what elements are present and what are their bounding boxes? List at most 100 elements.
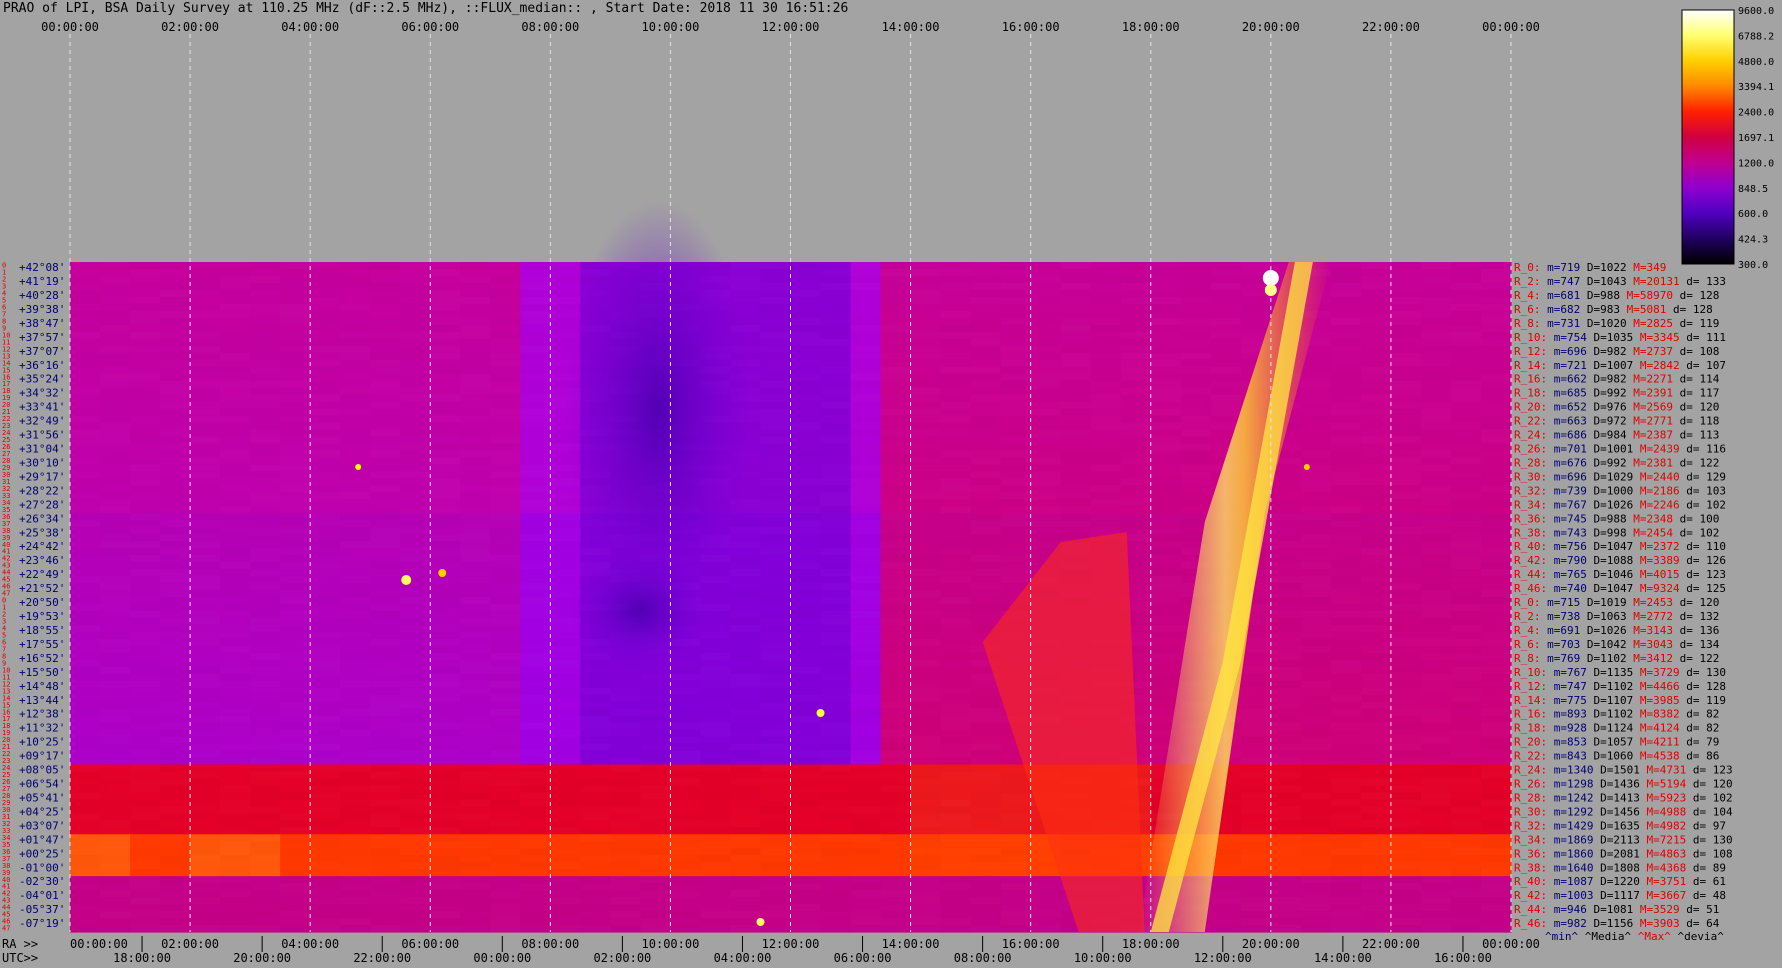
stat-M: M=5081 [1620, 303, 1666, 316]
stat-m: m=703 [1541, 638, 1581, 651]
beam-stat-row: R_38: m=1640 D=1808 M=4368 d= 89 [1514, 861, 1726, 874]
stat-d: d= 119 [1680, 694, 1726, 707]
stat-m: m=1242 [1547, 791, 1593, 804]
utc-time-label: 00:00:00 [473, 951, 531, 965]
stat-D: D=1102 [1580, 652, 1626, 665]
stat-d: d= 128 [1666, 303, 1712, 316]
declination-label: +04°25' [19, 805, 65, 818]
declination-axis: 0123456789101112131415161718192021222324… [2, 261, 65, 933]
utc-time-label: 14:00:00 [1314, 951, 1372, 965]
beam-stat-row: R_46: m=982 D=1156 M=3903 d= 64 [1514, 917, 1720, 930]
stat-m: m=731 [1541, 317, 1581, 330]
declination-label: -05°37' [19, 903, 65, 916]
stat-d: d= 123 [1680, 568, 1726, 581]
stat-D: D=1022 [1580, 261, 1626, 274]
stat-label: R_4: [1514, 289, 1541, 302]
stat-m: m=1860 [1547, 847, 1593, 860]
stat-label: R_20: [1514, 736, 1547, 749]
stat-M: M=2569 [1627, 401, 1673, 414]
stat-d: d= 51 [1680, 903, 1720, 916]
stat-m: m=682 [1541, 303, 1581, 316]
stat-D: D=1029 [1587, 470, 1633, 483]
stat-M: M=3529 [1633, 903, 1679, 916]
utc-prefix-label: UTC>> [2, 951, 38, 965]
beam-stat-row: R_46: m=740 D=1047 M=9324 d= 125 [1514, 582, 1726, 595]
beam-stat-row: R_44: m=946 D=1081 M=3529 d= 51 [1514, 903, 1719, 916]
stat-D: D=1060 [1587, 750, 1633, 763]
stat-M: M=2772 [1627, 610, 1673, 623]
stat-m: m=685 [1547, 387, 1587, 400]
stat-label: R_6: [1514, 303, 1541, 316]
stat-m: m=747 [1541, 275, 1581, 288]
beam-stat-row: R_20: m=853 D=1057 M=4211 d= 79 [1514, 736, 1719, 749]
stat-label: R_38: [1514, 861, 1547, 874]
stat-M: M=2737 [1627, 345, 1673, 358]
declination-label: -04°01' [19, 889, 65, 902]
declination-label: +21°52' [19, 582, 65, 595]
beam-stat-row: R_4: m=691 D=1026 M=3143 d= 136 [1514, 624, 1719, 637]
beam-stat-row: R_12: m=696 D=982 M=2737 d= 108 [1514, 345, 1719, 358]
stat-d: d= 61 [1686, 875, 1726, 888]
stat-m: m=1003 [1547, 889, 1593, 902]
stat-label: R_36: [1514, 512, 1547, 525]
stat-M: M=4863 [1640, 847, 1686, 860]
beam-stat-row: R_6: m=682 D=983 M=5081 d= 128 [1514, 303, 1713, 316]
declination-label: -01°00' [19, 861, 65, 874]
stat-D: D=1413 [1593, 791, 1639, 804]
stat-label: R_14: [1514, 359, 1547, 372]
beam-stat-row: R_10: m=767 D=1135 M=3729 d= 130 [1514, 666, 1726, 679]
stat-m: m=928 [1547, 722, 1587, 735]
ra-time-label: 06:00:00 [401, 937, 459, 951]
stat-label: R_46: [1514, 917, 1547, 930]
beam-stat-row: R_40: m=1087 D=1220 M=3751 d= 61 [1514, 875, 1726, 888]
stat-D: D=1001 [1587, 443, 1633, 456]
stat-label: R_34: [1514, 498, 1547, 511]
stat-d: d= 118 [1673, 415, 1719, 428]
utc-time-label: 16:00:00 [1434, 951, 1492, 965]
stat-d: d= 128 [1673, 289, 1719, 302]
stat-D: D=998 [1587, 526, 1627, 539]
stat-m: m=676 [1547, 456, 1587, 469]
top-time-axis: 00:00:00 02:00:00 04:00:00 06:00:00 08:00:00… [41, 20, 1540, 34]
stat-M: M=5923 [1640, 791, 1686, 804]
stat-m: m=767 [1547, 498, 1587, 511]
stat-d: d= 82 [1680, 722, 1720, 735]
declination-label: +42°08' [19, 261, 65, 274]
declination-label: +26°34' [19, 512, 65, 525]
stat-M: M=2453 [1627, 596, 1673, 609]
beam-stat-row: R_2: m=738 D=1063 M=2772 d= 132 [1514, 610, 1719, 623]
beam-stat-row: R_22: m=843 D=1060 M=4538 d= 86 [1514, 750, 1719, 763]
stat-label: R_28: [1514, 456, 1547, 469]
stat-D: D=982 [1587, 345, 1627, 358]
declination-label: +31°56' [19, 429, 65, 442]
declination-label: +12°38' [19, 708, 65, 721]
declination-label: +24°42' [19, 540, 65, 553]
beam-stat-row: R_26: m=1298 D=1436 M=5194 d= 120 [1514, 778, 1733, 791]
stat-label: R_22: [1514, 750, 1547, 763]
beam-stat-row: R_42: m=1003 D=1117 M=3667 d= 48 [1514, 889, 1726, 902]
stat-M: M=2771 [1627, 415, 1673, 428]
stat-M: M=3143 [1627, 624, 1673, 637]
stat-d: d= 130 [1686, 833, 1732, 846]
beam-stat-row: R_0: m=719 D=1022 M=349 [1514, 261, 1666, 274]
stat-D: D=1117 [1593, 889, 1639, 902]
beam-stat-row: R_8: m=769 D=1102 M=3412 d= 122 [1514, 652, 1719, 665]
survey-heatmap-chart: 00:00:00 02:00:00 04:00:00 06:00:00 08:00:00… [2, 6, 1774, 965]
ra-time-label: 00:00:00 [70, 937, 128, 951]
point-source [438, 569, 447, 577]
beam-stat-row: R_36: m=745 D=988 M=2348 d= 100 [1514, 512, 1719, 525]
declination-label: +06°54' [19, 778, 65, 791]
beam-stat-row: R_2: m=747 D=1043 M=20131 d= 133 [1514, 275, 1726, 288]
top-time-label: 04:00:00 [281, 20, 339, 34]
stat-m: m=1640 [1547, 861, 1593, 874]
stat-D: D=983 [1580, 303, 1620, 316]
beam-stat-row: R_24: m=1340 D=1501 M=4731 d= 123 [1514, 764, 1733, 777]
declination-label: +22°49' [19, 568, 65, 581]
stat-m: m=1869 [1547, 833, 1593, 846]
beam-stat-row: R_12: m=747 D=1102 M=4466 d= 128 [1514, 680, 1726, 693]
ra-time-label: 14:00:00 [882, 937, 940, 951]
stat-M: M=4731 [1640, 764, 1686, 777]
beam-stat-row: R_10: m=754 D=1035 M=3345 d= 111 [1514, 331, 1726, 344]
footer-dev: ^devia^ [1671, 930, 1724, 943]
stat-D: D=1135 [1587, 666, 1633, 679]
